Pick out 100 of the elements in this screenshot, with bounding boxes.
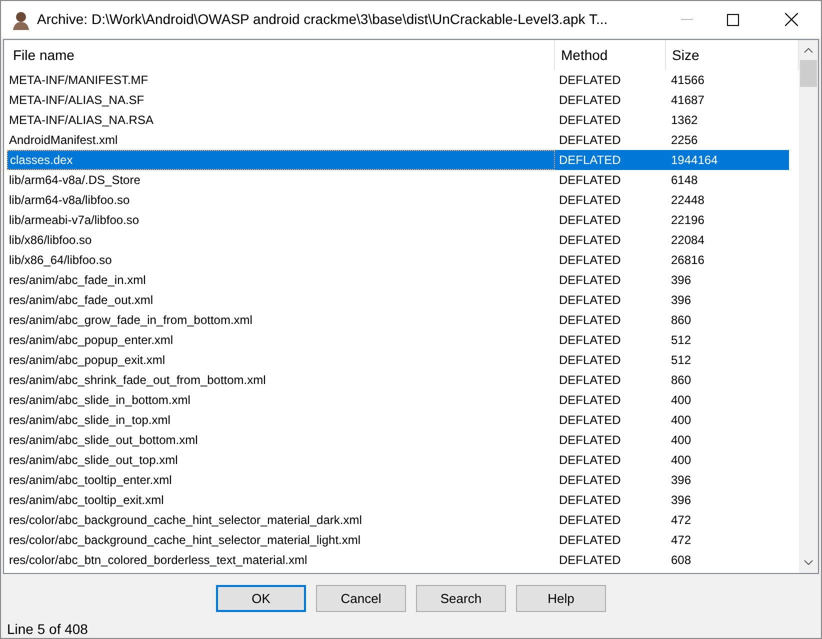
file-row[interactable]: res/anim/abc_slide_out_bottom.xml DEFLATED 400 [7, 430, 789, 450]
column-header[interactable]: Method [555, 40, 666, 70]
file-row[interactable]: lib/x86_64/libfoo.so DEFLATED 26816 [7, 250, 789, 270]
size-cell-text: 400 [670, 452, 692, 469]
file-row[interactable]: classes.dex DEFLATED 1944164 [7, 150, 789, 170]
scroll-down-icon[interactable] [804, 560, 813, 565]
file-row[interactable]: res/anim/abc_shrink_fade_out_from_bottom.xml DEFLATED 860 [7, 370, 789, 390]
file-row[interactable]: lib/arm64-v8a/.DS_Store DEFLATED 6148 [7, 170, 789, 190]
file-row[interactable]: res/anim/abc_grow_fade_in_from_bottom.xml DEFLATED 860 [7, 310, 789, 330]
file-row[interactable]: res/anim/abc_popup_exit.xml DEFLATED 512 [7, 350, 789, 370]
file-name-cell-text: META-INF/ALIAS_NA.SF [8, 92, 146, 109]
file-name-cell-text: lib/x86_64/libfoo.so [8, 252, 113, 269]
size-cell-text: 396 [670, 272, 692, 289]
method-cell-text: DEFLATED [558, 552, 622, 569]
file-row[interactable]: res/anim/abc_slide_in_top.xml DEFLATED 400 [7, 410, 789, 430]
method-cell-text: DEFLATED [558, 372, 622, 389]
scroll-thumb[interactable] [800, 60, 817, 87]
method-cell-text: DEFLATED [558, 352, 622, 369]
size-cell-text: 26816 [670, 252, 706, 269]
file-row[interactable]: lib/arm64-v8a/libfoo.so DEFLATED 22448 [7, 190, 789, 210]
size-cell-text: 472 [670, 532, 692, 549]
file-row[interactable]: META-INF/MANIFEST.MF DEFLATED 41566 [7, 70, 789, 90]
file-row[interactable]: META-INF/ALIAS_NA.RSA DEFLATED 1362 [7, 110, 789, 130]
size-cell-text: 41566 [670, 72, 706, 89]
scroll-up-icon[interactable] [804, 48, 813, 53]
method-cell-text: DEFLATED [558, 112, 622, 129]
method-cell-text: DEFLATED [558, 392, 622, 409]
file-name-cell-text: res/anim/abc_fade_out.xml [8, 292, 154, 309]
column-header[interactable]: File name [7, 40, 555, 70]
dialog-button[interactable]: OK [216, 585, 306, 612]
file-name-cell-text: lib/x86/libfoo.so [8, 232, 93, 249]
size-cell-text: 396 [670, 292, 692, 309]
file-name-cell-text: res/color/abc_background_cache_hint_selector_material_light.xml [8, 532, 362, 549]
file-name-cell-text: META-INF/MANIFEST.MF [8, 72, 150, 89]
size-cell-text: 22196 [670, 212, 706, 229]
file-name-cell-text: res/anim/abc_slide_out_bottom.xml [8, 432, 199, 449]
file-name-cell-text: res/anim/abc_fade_in.xml [8, 272, 147, 289]
file-row[interactable]: res/anim/abc_fade_in.xml DEFLATED 396 [7, 270, 789, 290]
file-name-cell-text: res/anim/abc_slide_in_top.xml [8, 412, 172, 429]
file-name-cell-text: AndroidManifest.xml [8, 132, 119, 149]
size-cell-text: 6148 [670, 172, 699, 189]
file-row[interactable]: res/anim/abc_slide_out_top.xml DEFLATED 400 [7, 450, 789, 470]
method-cell-text: DEFLATED [558, 132, 622, 149]
file-row[interactable]: lib/armeabi-v7a/libfoo.so DEFLATED 22196 [7, 210, 789, 230]
file-row[interactable]: META-INF/ALIAS_NA.SF DEFLATED 41687 [7, 90, 789, 110]
scrollbar[interactable] [799, 40, 818, 573]
file-row[interactable]: res/anim/abc_tooltip_exit.xml DEFLATED 396 [7, 490, 789, 510]
maximize-icon[interactable] [727, 14, 739, 26]
dialog-button[interactable]: Help [516, 585, 606, 612]
size-cell-text: 512 [670, 332, 692, 349]
file-name-cell-text: res/color/abc_background_cache_hint_selector_material_dark.xml [8, 512, 363, 529]
method-cell-text: DEFLATED [558, 512, 622, 529]
method-cell-text: DEFLATED [558, 492, 622, 509]
method-cell-text: DEFLATED [558, 312, 622, 329]
file-row[interactable]: AndroidManifest.xml DEFLATED 2256 [7, 130, 789, 150]
method-cell-text: DEFLATED [558, 292, 622, 309]
method-cell-text: DEFLATED [558, 452, 622, 469]
size-cell-text: 1362 [670, 112, 699, 129]
size-cell-text: 396 [670, 472, 692, 489]
file-name-cell-text: res/anim/abc_grow_fade_in_from_bottom.xml [8, 312, 254, 329]
size-cell-text: 1944164 [670, 152, 719, 169]
size-cell-text: 2256 [670, 132, 699, 149]
method-cell-text: DEFLATED [558, 412, 622, 429]
dialog-button[interactable]: Cancel [316, 585, 406, 612]
file-name-cell-text: res/anim/abc_popup_enter.xml [8, 332, 174, 349]
method-cell-text: DEFLATED [558, 172, 622, 189]
size-cell-text: 22448 [670, 192, 706, 209]
file-name-cell-text: res/anim/abc_popup_exit.xml [8, 352, 166, 369]
size-cell-text: 400 [670, 392, 692, 409]
size-cell-text: 22084 [670, 232, 706, 249]
method-cell-text: DEFLATED [558, 152, 622, 169]
dialog-button[interactable]: Search [416, 585, 506, 612]
file-name-cell-text: res/anim/abc_slide_out_top.xml [8, 452, 179, 469]
file-name-cell-text: META-INF/ALIAS_NA.RSA [8, 112, 154, 129]
file-name-cell-text: lib/arm64-v8a/libfoo.so [8, 192, 131, 209]
size-cell-text: 860 [670, 372, 692, 389]
method-cell-text: DEFLATED [558, 212, 622, 229]
file-row[interactable]: lib/x86/libfoo.so DEFLATED 22084 [7, 230, 789, 250]
file-name-cell-text: res/anim/abc_tooltip_enter.xml [8, 472, 173, 489]
file-name-cell-text: res/anim/abc_shrink_fade_out_from_bottom.xml [8, 372, 267, 389]
file-row[interactable]: res/anim/abc_popup_enter.xml DEFLATED 512 [7, 330, 789, 350]
method-cell-text: DEFLATED [558, 232, 622, 249]
size-cell-text: 400 [670, 432, 692, 449]
method-cell-text: DEFLATED [558, 92, 622, 109]
file-row[interactable]: res/color/abc_background_cache_hint_selector_material_light.xml DEFLATED 472 [7, 530, 789, 550]
file-row[interactable]: res/anim/abc_fade_out.xml DEFLATED 396 [7, 290, 789, 310]
file-name-cell-text: lib/armeabi-v7a/libfoo.so [8, 212, 140, 229]
file-name-cell-text: res/anim/abc_tooltip_exit.xml [8, 492, 165, 509]
method-cell-text: DEFLATED [558, 532, 622, 549]
window-title: Archive: D:\Work\Android\OWASP android crackme\3\base\dist\UnCrackable-Level3.apk T... [37, 10, 608, 29]
file-row[interactable]: res/anim/abc_slide_in_bottom.xml DEFLATED 400 [7, 390, 789, 410]
file-row[interactable]: res/anim/abc_tooltip_enter.xml DEFLATED 396 [7, 470, 789, 490]
close-icon[interactable] [785, 13, 798, 26]
method-cell-text: DEFLATED [558, 252, 622, 269]
method-cell-text: DEFLATED [558, 432, 622, 449]
size-cell-text: 608 [670, 552, 692, 569]
file-row[interactable]: res/color/abc_background_cache_hint_selector_material_dark.xml DEFLATED 472 [7, 510, 789, 530]
method-cell-text: DEFLATED [558, 272, 622, 289]
file-row[interactable]: res/color/abc_btn_colored_borderless_text_material.xml DEFLATED 608 [7, 550, 789, 570]
method-cell-text: DEFLATED [558, 72, 622, 89]
